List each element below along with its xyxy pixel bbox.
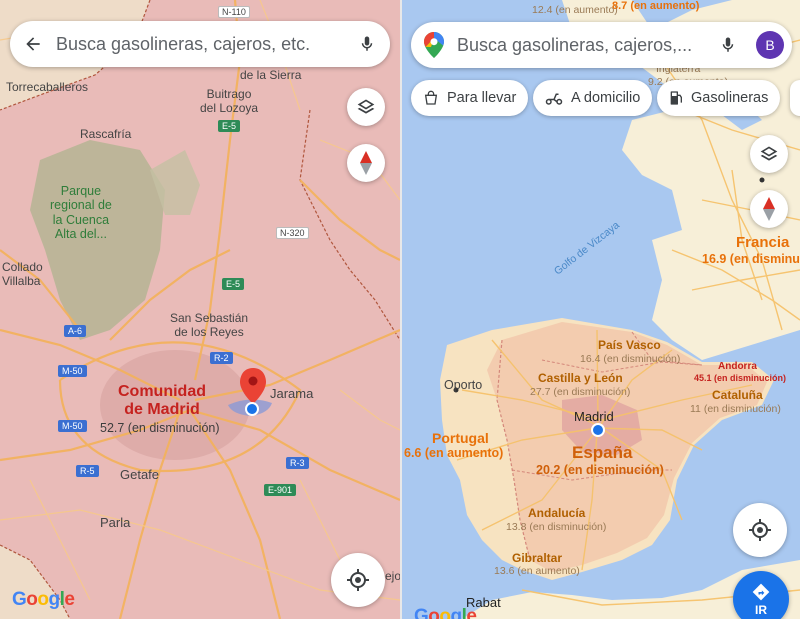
road-shield: E-901 bbox=[264, 484, 297, 496]
region-stat: 11 (en disminución) bbox=[690, 403, 781, 415]
layers-button[interactable] bbox=[347, 88, 385, 126]
my-location-button[interactable] bbox=[733, 503, 787, 557]
search-bar[interactable]: Busca gasolineras, cajeros,... B bbox=[411, 22, 792, 68]
place-label: Torrecaballeros bbox=[6, 80, 89, 94]
place-label: San Sebastián de los Reyes bbox=[170, 311, 249, 339]
place-label: Collado Villalba bbox=[2, 260, 43, 288]
road-shield: R-5 bbox=[76, 465, 99, 477]
layers-icon bbox=[760, 146, 778, 161]
search-input[interactable]: Busca gasolineras, cajeros, etc. bbox=[56, 34, 344, 55]
city-label: Oporto bbox=[444, 378, 483, 392]
region-stat: 8.7 (en aumento) bbox=[612, 0, 700, 12]
place-label: de la Sierra bbox=[240, 68, 302, 82]
takeout-bag-icon bbox=[424, 90, 438, 105]
compass-button[interactable] bbox=[750, 190, 788, 228]
road-shield: M-50 bbox=[58, 365, 87, 377]
region-stat: 12.4 (en aumento) bbox=[532, 4, 618, 16]
search-input[interactable]: Busca gasolineras, cajeros,... bbox=[457, 35, 708, 56]
country-name: Andorra bbox=[718, 361, 757, 372]
search-bar[interactable]: Busca gasolineras, cajeros, etc. bbox=[10, 21, 390, 67]
region-name: Castilla y León bbox=[538, 371, 623, 385]
region-name: Andalucía bbox=[528, 506, 586, 520]
country-stat: 6.6 (en aumento) bbox=[404, 446, 504, 460]
region-stat: 13.8 (en disminución) bbox=[506, 521, 607, 533]
delivery-scooter-icon bbox=[545, 93, 563, 105]
country-name: España bbox=[572, 443, 633, 462]
chip-label: A domicilio bbox=[571, 90, 641, 106]
microphone-icon[interactable] bbox=[344, 34, 390, 54]
region-stat: 52.7 (en disminución) bbox=[100, 421, 220, 435]
road-shield: R-2 bbox=[210, 352, 233, 364]
road-shield: M-50 bbox=[58, 420, 87, 432]
road-shield: N-110 bbox=[218, 6, 250, 18]
road-shield: R-3 bbox=[286, 457, 309, 469]
park-label: Parque regional de la Cuenca Alta del... bbox=[50, 184, 112, 242]
directions-button[interactable]: IR bbox=[733, 571, 789, 619]
region-stat: 16.4 (en disminución) bbox=[580, 353, 681, 365]
country-stat: 45.1 (en disminución) bbox=[694, 373, 787, 383]
my-location-button[interactable] bbox=[331, 553, 385, 607]
my-location-icon bbox=[749, 519, 771, 541]
microphone-icon[interactable] bbox=[708, 35, 748, 55]
country-name: Francia bbox=[736, 234, 790, 251]
place-label: Parla bbox=[100, 515, 131, 530]
place-label: Jarama bbox=[270, 386, 314, 401]
chip-takeout[interactable]: Para llevar bbox=[411, 80, 529, 116]
compass-button[interactable] bbox=[347, 144, 385, 182]
layers-icon bbox=[357, 99, 375, 114]
region-name: Gibraltar bbox=[512, 551, 563, 565]
gas-pump-icon bbox=[670, 91, 682, 105]
right-map-pane[interactable]: 12.4 (en aumento) 8.7 (en aumento) Ingla… bbox=[402, 0, 800, 619]
layers-button[interactable] bbox=[750, 135, 788, 173]
road-shield: E-5 bbox=[222, 278, 245, 290]
region-stat: 13.6 (en aumento) bbox=[494, 565, 580, 577]
road-shield: E-5 bbox=[218, 120, 241, 132]
country-stat: 20.2 (en disminución) bbox=[536, 463, 664, 477]
place-label: Buitrago del Lozoya bbox=[200, 87, 259, 115]
city-label: Madrid bbox=[574, 409, 614, 424]
compass-icon bbox=[763, 197, 775, 221]
left-map-pane[interactable]: N-110 E-5 N-320 E-5 A-6 M-50 R-2 M-50 R-… bbox=[0, 0, 400, 619]
compass-icon bbox=[360, 151, 372, 175]
chip-gas-stations[interactable]: Gasolineras bbox=[657, 80, 781, 116]
avatar[interactable]: B bbox=[756, 31, 784, 59]
country-name: Portugal bbox=[432, 430, 489, 446]
google-logo: Google bbox=[12, 589, 75, 610]
road-shield: A-6 bbox=[64, 325, 87, 337]
region-stat: 27.7 (en disminución) bbox=[530, 386, 631, 398]
my-location-icon bbox=[347, 569, 369, 591]
place-label: Rascafría bbox=[80, 127, 132, 141]
region-name: Cataluña bbox=[712, 388, 763, 402]
google-maps-pin-icon bbox=[411, 32, 457, 58]
chip-label: Gasolineras bbox=[691, 90, 769, 106]
chip-delivery[interactable]: A domicilio bbox=[533, 80, 653, 116]
place-label: ejo bbox=[385, 569, 400, 583]
place-label: Getafe bbox=[120, 467, 160, 482]
country-stat: 16.9 (en disminuc bbox=[702, 252, 800, 266]
current-location-dot bbox=[591, 423, 605, 437]
current-location-dot bbox=[245, 402, 259, 416]
directions-label: IR bbox=[755, 602, 767, 617]
chip-more[interactable] bbox=[790, 80, 800, 116]
road-shield: N-320 bbox=[276, 227, 309, 239]
directions-icon bbox=[752, 583, 770, 600]
region-name: País Vasco bbox=[598, 338, 661, 352]
chip-label: Para llevar bbox=[447, 90, 517, 106]
region-name: Comunidad de Madrid bbox=[118, 383, 206, 419]
account-avatar[interactable]: B bbox=[748, 31, 792, 59]
google-logo: Google bbox=[414, 606, 477, 619]
arrow-left-icon[interactable] bbox=[10, 34, 56, 54]
